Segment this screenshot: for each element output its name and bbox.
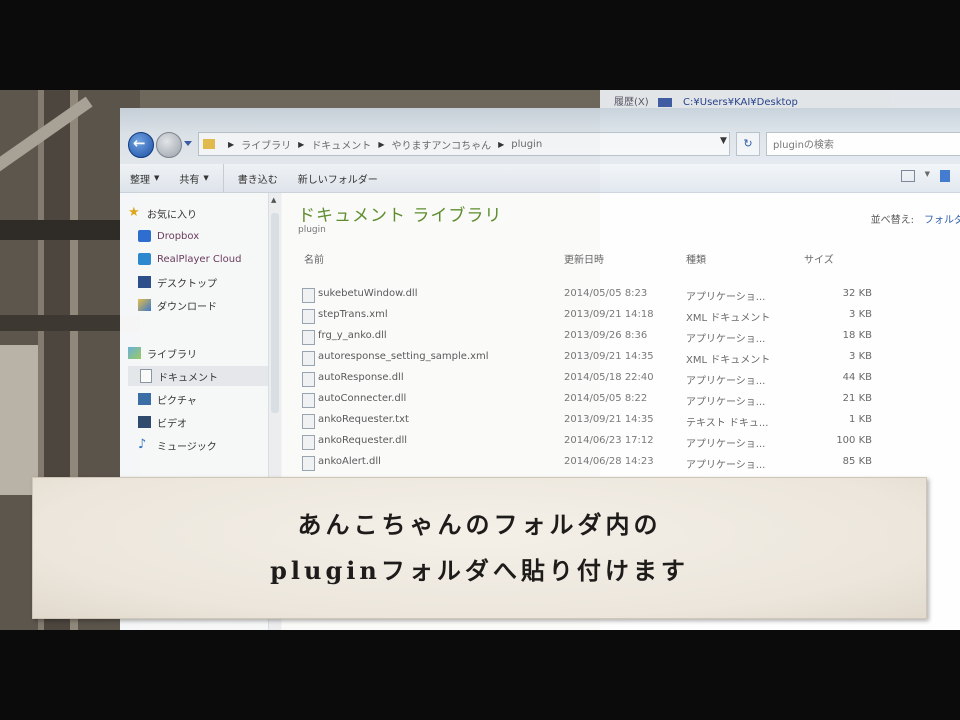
recent-pages-dropdown[interactable] [184,141,192,146]
background-window-path: C:¥Users¥KAI¥Desktop [683,97,798,108]
sidebar-item-favorites[interactable]: ★ お気に入り [128,203,197,223]
chevron-right-icon: ▶ [378,139,385,149]
sidebar-item-libraries[interactable]: ライブラリ [128,343,197,363]
dll-file-icon [302,330,315,345]
command-bar: 整理 ▼ 共有 ▼ 書き込む 新しいフォルダー ▼ [120,164,960,193]
video-icon [138,416,151,428]
chevron-down-icon: ▼ [203,174,209,182]
chevron-right-icon: ▶ [228,139,235,149]
dropbox-icon [138,230,151,242]
preview-pane-icon[interactable] [940,170,950,182]
file-row[interactable]: ankoAlert.dll 2014/06/28 14:23 アプリケーショ... 8… [302,453,942,474]
dll-file-icon [302,288,315,303]
toolbar-divider [222,164,224,192]
file-row[interactable]: ankoRequester.txt 2013/09/21 14:35 テキスト ドキ… [302,411,942,432]
picture-icon [138,393,151,405]
chevron-down-icon[interactable]: ▼ [925,170,930,182]
download-icon [138,299,151,311]
new-folder-button[interactable]: 新しいフォルダー [288,171,388,186]
dll-file-icon [302,393,315,408]
xml-file-icon [302,309,315,324]
file-row[interactable]: autoConnecter.dll 2014/05/05 8:22 アプリケーショ.… [302,390,942,411]
arrange-dropdown[interactable]: フォルダー [924,215,960,226]
xml-file-icon [302,351,315,366]
text-file-icon [302,414,315,429]
file-list: sukebetuWindow.dll 2014/05/05 8:23 アプリケーショ… [302,285,942,474]
sidebar-item-pictures[interactable]: ピクチャ [138,389,197,409]
computer-icon [657,97,672,107]
dll-file-icon [302,435,315,450]
music-icon: ♪ [138,437,147,452]
file-row[interactable]: autoResponse.dll 2014/05/18 22:40 アプリケーショ.… [302,369,942,390]
file-row[interactable]: ankoRequester.dll 2014/06/23 17:12 アプリケーショ… [302,432,942,453]
chevron-right-icon: ▶ [498,139,505,149]
caption-line-1: あんこちゃんのフォルダ内の [297,510,662,539]
search-box[interactable] [766,132,960,156]
column-headers: 名前 更新日時 種類 サイズ [304,251,904,267]
change-view-icon[interactable] [900,170,915,182]
library-icon [128,347,141,359]
caption-line-2: pluginフォルダへ貼り付けます [270,556,689,585]
background-window-address: 履歴(X) C:¥Users¥KAI¥Desktop [614,93,798,108]
view-controls: ▼ [900,170,950,182]
file-row[interactable]: sukebetuWindow.dll 2014/05/05 8:23 アプリケーショ… [302,285,942,306]
video-frame: 履歴(X) C:¥Users¥KAI¥Desktop ▶ライブラリ ▶ドキュメン… [0,90,960,630]
sidebar-item-videos[interactable]: ビデオ [138,412,187,432]
breadcrumb-1[interactable]: ▶ ドキュメント [291,137,371,152]
arrange-label: 並べ替え: [870,215,914,226]
sidebar-item-music[interactable]: ♪ ミュージック [138,435,217,455]
file-row[interactable]: autoresponse_setting_sample.xml 2013/09/2… [302,348,942,369]
realplayer-icon [138,253,151,265]
search-input[interactable] [767,136,959,155]
address-bar[interactable]: ▶ ライブラリ ▶ ドキュメント ▶ やりますアンコちゃん ▶ plugin [198,132,730,156]
star-icon: ★ [128,205,140,220]
breadcrumb-0[interactable]: ▶ ライブラリ [221,137,291,152]
library-title: ドキュメント ライブラリ [298,206,503,226]
scrollbar-thumb[interactable] [271,213,279,413]
column-header-type[interactable]: 種類 [686,251,706,266]
sidebar-item-realplayer-cloud[interactable]: RealPlayer Cloud [138,249,241,269]
dll-file-icon [302,372,315,387]
caption-overlay: あんこちゃんのフォルダ内の pluginフォルダへ貼り付けます [32,477,927,619]
share-button[interactable]: 共有 ▼ [169,171,218,186]
organize-button[interactable]: 整理 ▼ [120,171,169,186]
sidebar-item-documents[interactable]: ドキュメント [128,366,272,386]
scroll-up-icon[interactable]: ▲ [271,196,276,204]
column-header-size[interactable]: サイズ [804,251,834,266]
file-row[interactable]: frg_y_anko.dll 2013/09/26 8:36 アプリケーショ... 1… [302,327,942,348]
breadcrumb-2[interactable]: ▶ やりますアンコちゃん [371,137,491,152]
refresh-button[interactable]: ↻ [736,132,760,156]
refresh-icon: ↻ [743,137,753,150]
sidebar-item-dropbox[interactable]: Dropbox [138,226,199,246]
file-row[interactable]: stepTrans.xml 2013/09/21 14:18 XML ドキュメント 3… [302,306,942,327]
dll-file-icon [302,456,315,471]
burn-button[interactable]: 書き込む [228,171,288,186]
chevron-right-icon: ▶ [298,139,305,149]
address-dropdown-icon[interactable]: ▼ [720,136,727,146]
sidebar-item-downloads[interactable]: ダウンロード [138,295,217,315]
desktop-icon [138,276,151,288]
forward-button[interactable] [156,132,182,158]
breadcrumb-3[interactable]: ▶ plugin [491,139,542,150]
library-subtitle: plugin [298,225,326,235]
sidebar-item-desktop[interactable]: デスクトップ [138,272,217,292]
arrange-by: 並べ替え: フォルダー [871,211,960,226]
document-icon [140,369,152,383]
back-button[interactable] [128,132,154,158]
column-header-date[interactable]: 更新日時 [564,251,604,266]
history-menu[interactable]: 履歴(X) [614,97,649,108]
folder-icon [203,139,215,149]
chevron-down-icon: ▼ [154,174,160,182]
column-header-name[interactable]: 名前 [304,251,324,266]
